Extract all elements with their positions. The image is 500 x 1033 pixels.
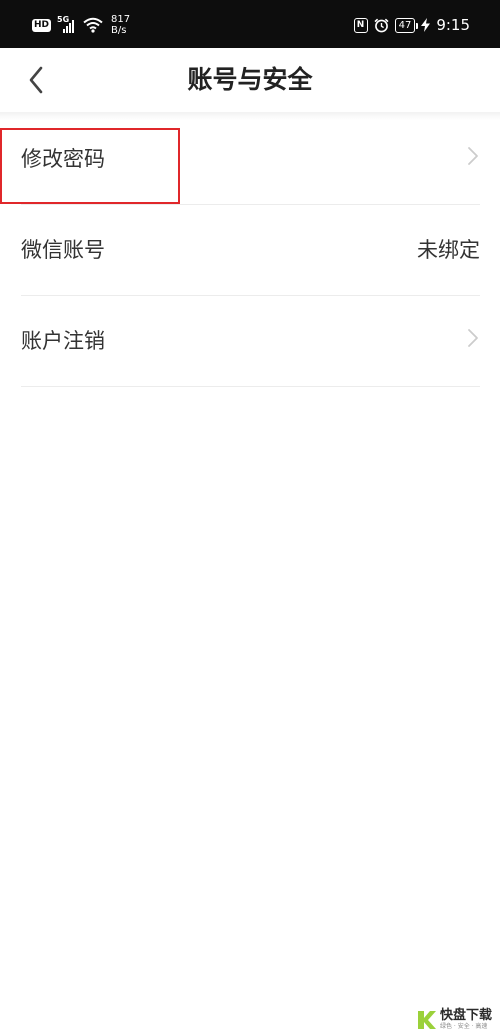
wechat-account-item[interactable]: 微信账号 未绑定 (21, 205, 480, 296)
status-left-group: HD 5G 817 B/s (32, 12, 130, 38)
change-password-label: 修改密码 (21, 147, 105, 171)
change-password-item[interactable]: 修改密码 (21, 114, 480, 205)
wifi-icon (83, 17, 103, 33)
watermark-logo-icon (417, 1010, 436, 1029)
page-title: 账号与安全 (187, 65, 313, 94)
cellular-signal-icon: 5G (57, 15, 77, 33)
chevron-right-icon (468, 147, 478, 165)
account-cancellation-label: 账户注销 (21, 329, 105, 353)
watermark-title: 快盘下载 (439, 1008, 492, 1023)
status-bar: HD 5G 817 B/s N 47 9:15 (0, 0, 500, 48)
settings-list: 修改密码 微信账号 未绑定 账户注销 (0, 114, 500, 387)
navigation-bar: 账号与安全 (0, 48, 500, 120)
network-speed-unit: B/s (111, 25, 127, 36)
alarm-icon (374, 18, 389, 32)
battery-indicator: 47 (394, 17, 419, 33)
watermark: 快盘下载 绿色 · 安全 · 高速 (415, 1008, 492, 1031)
network-speed-value: 817 (111, 14, 131, 25)
chevron-right-icon (468, 329, 478, 347)
network-speed: 817 B/s (111, 14, 130, 36)
charging-bolt-icon (421, 18, 431, 32)
status-right-group: N 47 9:15 (353, 12, 470, 38)
account-cancellation-item[interactable]: 账户注销 (21, 296, 480, 387)
watermark-tagline: 绿色 · 安全 · 高速 (439, 1023, 488, 1030)
wechat-account-label: 微信账号 (21, 238, 105, 262)
nfc-icon: N (353, 17, 368, 33)
wechat-binding-status: 未绑定 (417, 238, 480, 262)
clock: 9:15 (436, 16, 470, 34)
hd-voice-badge: HD (32, 18, 52, 32)
